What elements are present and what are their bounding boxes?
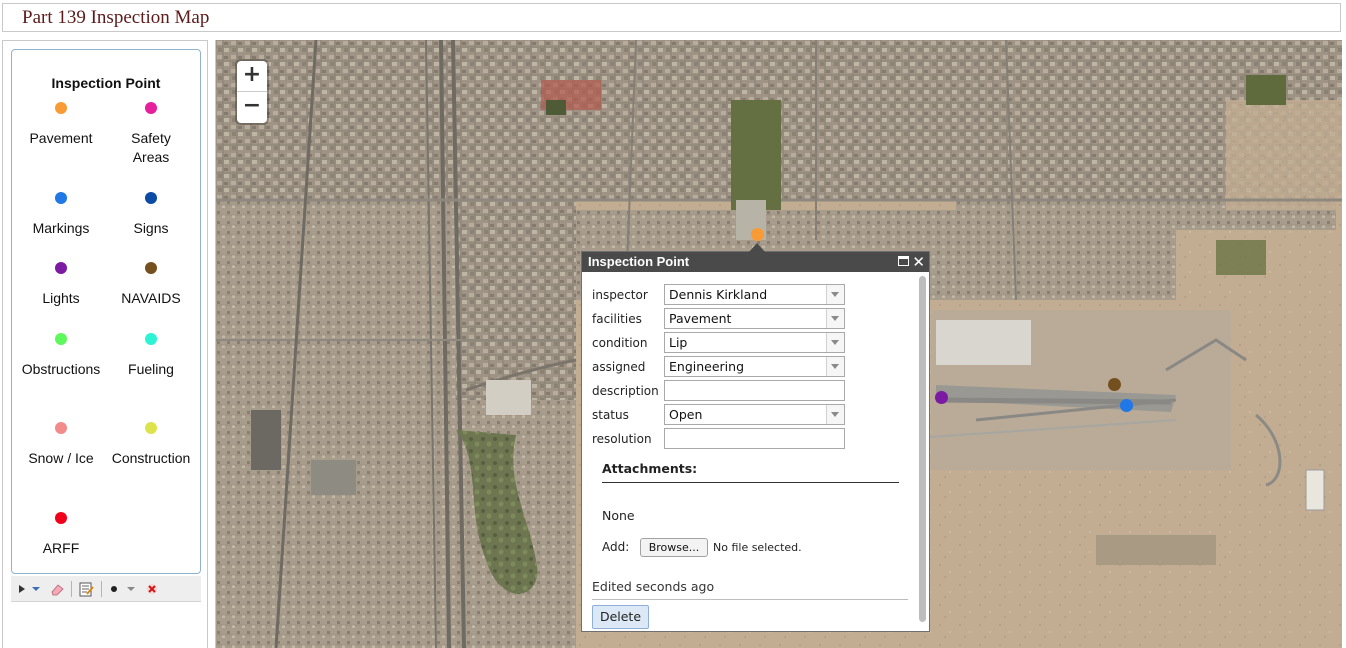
- browse-button[interactable]: Browse...: [640, 538, 708, 557]
- legend-item-label: Markings: [32, 220, 90, 236]
- page-title: Part 139 Inspection Map: [22, 7, 210, 28]
- legend-item-label: Lights: [42, 290, 80, 306]
- add-attachment-label: Add:: [602, 540, 630, 554]
- inspector-value: Dennis Kirkland: [669, 287, 768, 302]
- legend-title: Inspection Point: [51, 75, 161, 91]
- legend-item-label: Safety Areas: [131, 130, 171, 165]
- map-marker-navaids[interactable]: [1108, 378, 1121, 391]
- map-marker-lights[interactable]: [935, 391, 948, 404]
- popup-scrollbar[interactable]: [919, 276, 926, 622]
- delete-icon[interactable]: [145, 581, 159, 597]
- popup-pointer: [749, 243, 765, 252]
- legend-panel: Inspection Point Pavement Safety Areas M…: [11, 49, 201, 574]
- attachments-title: Attachments:: [602, 461, 698, 476]
- eraser-icon[interactable]: [49, 581, 65, 597]
- legend-item-construction[interactable]: Construction: [105, 422, 197, 468]
- edit-toolbar: [11, 576, 201, 602]
- inspector-select[interactable]: Dennis Kirkland: [664, 284, 845, 305]
- pavement-dot-icon: [55, 102, 67, 114]
- edit-attributes-icon[interactable]: [78, 581, 94, 597]
- condition-value: Lip: [669, 335, 688, 350]
- legend-item-lights[interactable]: Lights: [15, 262, 107, 308]
- file-status-text: No file selected.: [713, 541, 802, 554]
- status-select[interactable]: Open: [664, 404, 845, 425]
- legend-item-label: ARFF: [42, 540, 80, 556]
- safety-areas-dot-icon: [145, 102, 157, 114]
- toolbar-divider: [71, 581, 72, 597]
- legend-item-label: Fueling: [128, 361, 174, 377]
- legend-item-label: Snow / Ice: [28, 450, 94, 466]
- legend-item-arff[interactable]: ARFF: [15, 512, 107, 558]
- legend-item-markings[interactable]: Markings: [15, 192, 107, 238]
- facilities-select[interactable]: Pavement: [664, 308, 845, 329]
- assigned-value: Engineering: [669, 359, 744, 374]
- zoom-in-button[interactable]: +: [237, 61, 267, 92]
- chevron-down-icon[interactable]: [826, 285, 844, 304]
- dropdown-arrow-icon[interactable]: [31, 581, 41, 597]
- construction-dot-icon: [145, 422, 157, 434]
- attachments-list: None: [602, 508, 635, 523]
- fueling-dot-icon: [145, 333, 157, 345]
- popup-title: Inspection Point: [588, 254, 690, 269]
- zoom-out-button[interactable]: −: [237, 92, 267, 122]
- close-icon[interactable]: ✕: [912, 252, 925, 272]
- snow-ice-dot-icon: [55, 422, 67, 434]
- inspection-point-popup: Inspection Point ✕ inspector Dennis Kirk…: [581, 243, 930, 632]
- assigned-label: assigned: [592, 360, 646, 374]
- arff-dot-icon: [55, 512, 67, 524]
- condition-select[interactable]: Lip: [664, 332, 845, 353]
- chevron-down-icon[interactable]: [826, 333, 844, 352]
- legend-item-label: Pavement: [29, 130, 93, 146]
- dropdown-arrow-icon[interactable]: [126, 581, 136, 597]
- delete-button[interactable]: Delete: [592, 605, 649, 629]
- map-marker-markings[interactable]: [1120, 399, 1133, 412]
- left-panel: Inspection Point Pavement Safety Areas M…: [2, 40, 208, 648]
- app-header: Part 139 Inspection Map: [2, 3, 1341, 32]
- popup-header: Inspection Point ✕: [582, 252, 929, 272]
- popup-divider: [592, 599, 908, 600]
- legend-item-label: Obstructions: [21, 361, 101, 377]
- legend-item-pavement[interactable]: Pavement: [15, 102, 107, 148]
- resolution-input[interactable]: [664, 428, 845, 449]
- assigned-select[interactable]: Engineering: [664, 356, 845, 377]
- signs-dot-icon: [145, 192, 157, 204]
- edit-info-text: Edited seconds ago: [592, 579, 715, 594]
- legend-item-label: Signs: [133, 220, 169, 236]
- status-value: Open: [669, 407, 703, 422]
- status-label: status: [592, 408, 629, 422]
- legend-item-label: Construction: [111, 450, 191, 466]
- obstructions-dot-icon: [55, 333, 67, 345]
- legend-item-navaids[interactable]: NAVAIDS: [105, 262, 197, 308]
- chevron-down-icon[interactable]: [826, 405, 844, 424]
- navaids-dot-icon: [145, 262, 157, 274]
- legend-item-signs[interactable]: Signs: [105, 192, 197, 238]
- maximize-icon[interactable]: [898, 256, 909, 266]
- description-input[interactable]: [664, 380, 845, 401]
- markings-dot-icon: [55, 192, 67, 204]
- legend-item-obstructions[interactable]: Obstructions: [15, 333, 107, 379]
- resolution-label: resolution: [592, 432, 652, 446]
- chevron-down-icon[interactable]: [826, 357, 844, 376]
- facilities-value: Pavement: [669, 311, 732, 326]
- legend-item-label: NAVAIDS: [121, 290, 181, 306]
- lights-dot-icon: [55, 262, 67, 274]
- description-label: description: [592, 384, 659, 398]
- legend-item-safety-areas[interactable]: Safety Areas: [105, 102, 197, 167]
- facilities-label: facilities: [592, 312, 642, 326]
- zoom-control: + −: [237, 61, 267, 123]
- select-arrow-icon[interactable]: [17, 581, 27, 597]
- attachments-divider: [602, 482, 899, 483]
- legend-item-fueling[interactable]: Fueling: [105, 333, 197, 379]
- chevron-down-icon[interactable]: [826, 309, 844, 328]
- legend-item-snow-ice[interactable]: Snow / Ice: [15, 422, 107, 468]
- point-tool-icon[interactable]: [109, 581, 119, 597]
- toolbar-divider: [101, 581, 102, 597]
- condition-label: condition: [592, 336, 648, 350]
- map-marker-pavement[interactable]: [751, 228, 764, 241]
- inspector-label: inspector: [592, 288, 648, 302]
